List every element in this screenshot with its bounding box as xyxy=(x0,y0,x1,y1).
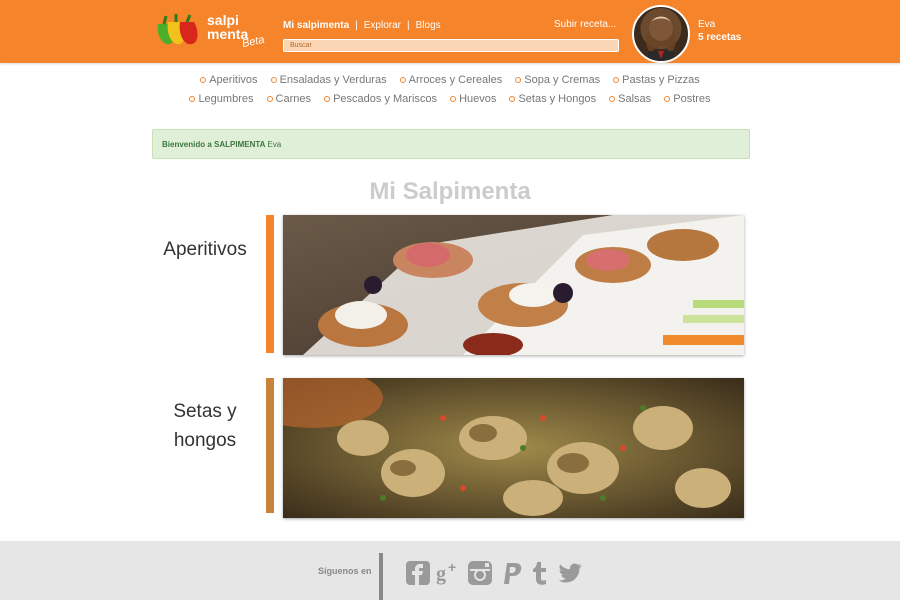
category-image-setas[interactable] xyxy=(283,378,744,518)
category-label: Salsas xyxy=(618,93,652,105)
block-label-setas[interactable]: Setas y hongos xyxy=(150,397,260,455)
category-sopas[interactable]: Sopa y Cremas xyxy=(515,72,600,88)
pepper-logo-icon xyxy=(157,14,198,45)
page-title: Mi Salpimenta xyxy=(369,178,531,205)
category-label: Carnes xyxy=(275,93,312,105)
nav-mi-salpimenta[interactable]: Mi salpimenta xyxy=(283,20,349,31)
paypal-icon[interactable] xyxy=(497,560,523,586)
category-row: Legumbres Carnes Pescados y Mariscos Hue… xyxy=(0,91,900,110)
google-plus-icon[interactable]: g + xyxy=(436,560,462,586)
bullet-icon xyxy=(613,77,620,84)
nav-explorar[interactable]: Explorar xyxy=(364,20,401,31)
footer-divider xyxy=(379,553,383,600)
nav-separator: | xyxy=(407,19,410,31)
instagram-icon[interactable] xyxy=(467,560,493,586)
welcome-user: Eva xyxy=(267,140,282,149)
block-accent-bar xyxy=(266,215,274,353)
setas-photo xyxy=(283,378,744,518)
avatar[interactable] xyxy=(632,5,690,63)
bullet-icon xyxy=(609,96,616,103)
category-label: Aperitivos xyxy=(209,74,258,86)
aperitivos-photo xyxy=(283,215,744,355)
category-label: Ensaladas y Verduras xyxy=(279,74,387,86)
bullet-icon xyxy=(515,77,522,84)
category-arroces[interactable]: Arroces y Cereales xyxy=(399,72,503,88)
footer: Síguenos en g + xyxy=(0,541,900,600)
tumblr-icon[interactable] xyxy=(527,560,553,586)
category-label: Huevos xyxy=(459,93,497,105)
header: salpi menta Beta Mi salpimenta | Explora… xyxy=(0,0,900,63)
search-input[interactable]: Buscar xyxy=(283,39,619,52)
facebook-icon[interactable] xyxy=(405,560,431,586)
top-nav: Mi salpimenta | Explorar | Blogs xyxy=(283,18,441,32)
bullet-icon xyxy=(189,96,196,103)
category-ensaladas[interactable]: Ensaladas y Verduras xyxy=(270,72,387,88)
block-label-aperitivos[interactable]: Aperitivos xyxy=(150,235,260,264)
category-label: Arroces y Cereales xyxy=(408,74,503,86)
avatar-image xyxy=(646,17,676,61)
category-nav: Aperitivos Ensaladas y Verduras Arroces … xyxy=(0,72,900,110)
block-accent-bar xyxy=(266,378,274,513)
category-pescados[interactable]: Pescados y Mariscos xyxy=(324,91,437,107)
welcome-alert: Bienvenido a SALPIMENTA Eva xyxy=(152,129,750,159)
category-aperitivos[interactable]: Aperitivos xyxy=(200,72,258,88)
category-image-aperitivos[interactable] xyxy=(283,215,744,355)
category-label: Legumbres xyxy=(198,93,254,105)
category-setas[interactable]: Setas y Hongos xyxy=(509,91,596,107)
follow-label: Síguenos en xyxy=(318,566,372,576)
category-pastas[interactable]: Pastas y Pizzas xyxy=(613,72,700,88)
category-row: Aperitivos Ensaladas y Verduras Arroces … xyxy=(0,72,900,91)
category-label: Setas y Hongos xyxy=(518,93,597,105)
bullet-icon xyxy=(200,77,207,84)
logo[interactable]: salpi menta Beta xyxy=(154,12,274,52)
category-postres[interactable]: Postres xyxy=(664,91,711,107)
bullet-icon xyxy=(450,96,457,103)
logo-text: salpi xyxy=(207,12,239,28)
category-label: Pescados y Mariscos xyxy=(333,93,438,105)
user-recipe-count[interactable]: 5 recetas xyxy=(698,32,741,43)
bullet-icon xyxy=(664,96,671,103)
category-salsas[interactable]: Salsas xyxy=(609,91,651,107)
nav-blogs[interactable]: Blogs xyxy=(416,20,441,31)
nav-separator: | xyxy=(355,19,358,31)
bullet-icon xyxy=(509,96,516,103)
bullet-icon xyxy=(399,77,406,84)
category-label: Sopa y Cremas xyxy=(524,74,601,86)
upload-recipe-link[interactable]: Subir receta... xyxy=(554,19,616,30)
category-label: Pastas y Pizzas xyxy=(622,74,700,86)
category-label: Postres xyxy=(673,93,711,105)
bullet-icon xyxy=(266,96,273,103)
category-legumbres[interactable]: Legumbres xyxy=(189,91,253,107)
user-name[interactable]: Eva xyxy=(698,19,715,30)
category-carnes[interactable]: Carnes xyxy=(266,91,312,107)
bullet-icon xyxy=(324,96,331,103)
twitter-icon[interactable] xyxy=(558,560,584,586)
bullet-icon xyxy=(270,77,277,84)
svg-text:g: g xyxy=(436,563,446,585)
welcome-text: Bienvenido a SALPIMENTA xyxy=(162,140,266,149)
category-huevos[interactable]: Huevos xyxy=(450,91,496,107)
svg-text:+: + xyxy=(448,560,456,575)
